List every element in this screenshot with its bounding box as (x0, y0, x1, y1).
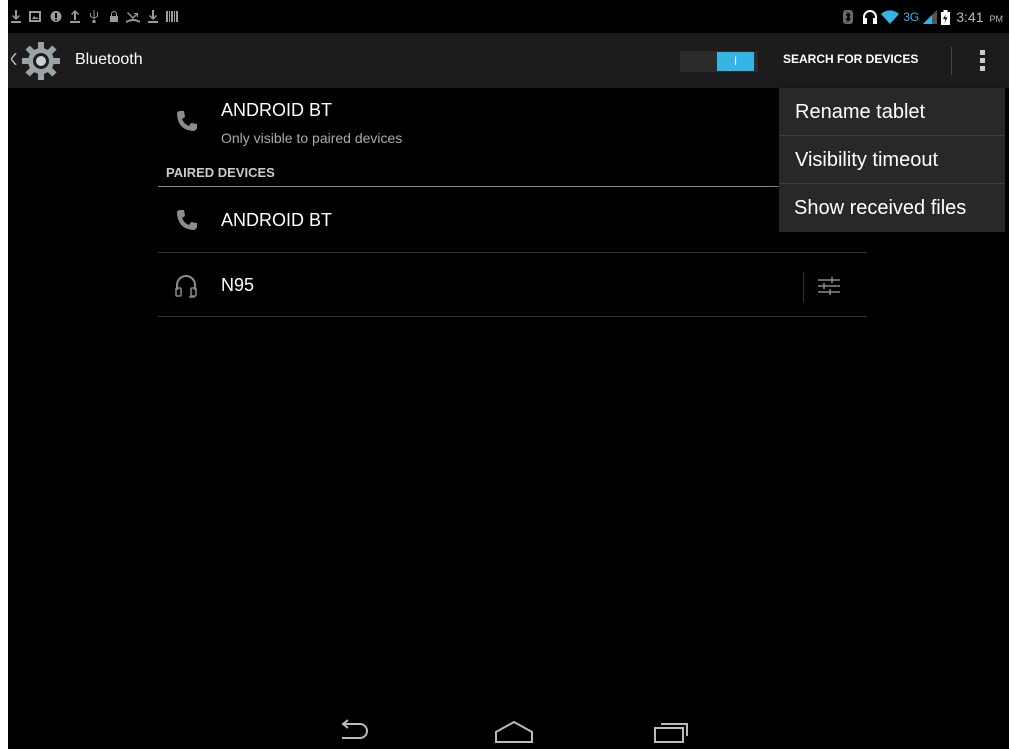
lock-icon (110, 11, 118, 22)
network-type-label: 3G (903, 10, 920, 24)
section-divider (158, 186, 867, 187)
navigation-bar (8, 714, 1009, 749)
phone-icon (177, 210, 197, 230)
phone-icon (177, 111, 197, 131)
status-bar: 3G 3:41 PM (8, 0, 1009, 33)
chevron-left-icon[interactable] (11, 53, 17, 65)
menu-item-rename-tablet[interactable]: Rename tablet (779, 88, 1005, 136)
clock-ampm: PM (989, 13, 1004, 24)
wifi-icon (881, 10, 900, 24)
settings-gear-icon[interactable] (22, 42, 60, 80)
upload-icon (70, 10, 80, 23)
menu-item-show-received-files[interactable]: Show received files (779, 184, 1005, 232)
overflow-menu: Rename tablet Visibility timeout Show re… (779, 88, 1005, 232)
back-icon[interactable] (336, 718, 372, 744)
paired-devices-header: PAIRED DEVICES (166, 165, 275, 180)
row-divider (158, 316, 867, 317)
paired-device-name: ANDROID BT (221, 210, 333, 230)
headset-icon (863, 10, 878, 24)
home-icon[interactable] (494, 718, 534, 744)
action-bar-divider (951, 47, 952, 75)
alert-icon (50, 11, 62, 22)
missed-call-icon (126, 12, 140, 23)
gallery-icon (29, 11, 41, 22)
device-settings-icon[interactable] (818, 276, 840, 296)
search-for-devices-button[interactable]: SEARCH FOR DEVICES (783, 52, 918, 66)
recent-apps-icon[interactable] (653, 718, 689, 744)
barcode-icon (166, 11, 178, 22)
overflow-menu-button[interactable] (968, 47, 998, 75)
bluetooth-icon (843, 10, 854, 24)
status-right-group: 3G 3:41 PM (843, 8, 1003, 26)
clock: 3:41 (956, 9, 984, 25)
screen: 3G 3:41 PM Bluetooth I SEARCH FOR DEVICE… (8, 0, 1009, 749)
action-bar: Bluetooth I SEARCH FOR DEVICES (8, 33, 1009, 88)
switch-thumb: I (717, 52, 754, 71)
this-device-name[interactable]: ANDROID BT (221, 100, 332, 121)
menu-item-visibility-timeout[interactable]: Visibility timeout (779, 136, 1005, 184)
battery-icon (941, 9, 951, 25)
bluetooth-toggle-switch[interactable]: I (680, 51, 758, 72)
headphones-icon (175, 275, 197, 298)
action-bar-title: Bluetooth (75, 51, 143, 68)
paired-device-name: N95 (221, 275, 255, 295)
settings-separator (803, 272, 804, 302)
download-icon (148, 10, 158, 23)
usb-icon (90, 10, 98, 23)
this-device-visibility: Only visible to paired devices (221, 130, 403, 146)
download-icon (11, 10, 21, 23)
signal-icon (923, 10, 938, 24)
row-divider (158, 252, 867, 253)
